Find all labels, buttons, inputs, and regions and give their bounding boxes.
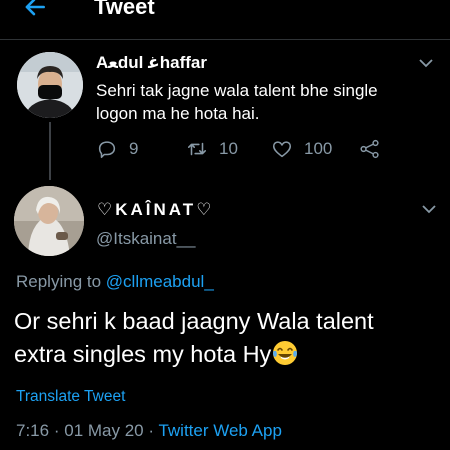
retweet-button[interactable]: 10	[186, 138, 238, 160]
author-name[interactable]: Aﻌdul ﻏhaffar	[96, 53, 207, 73]
translate-tweet-link[interactable]: Translate Tweet	[16, 388, 125, 406]
replying-to: Replying to @cllmeabdul_	[16, 272, 214, 292]
top-bar: Tweet	[0, 0, 450, 40]
tweet-text-line: Sehri tak jagne wala talent bhe single	[96, 81, 378, 100]
meta-separator: ·	[148, 421, 155, 440]
like-button[interactable]: 100	[271, 138, 332, 160]
avatar[interactable]	[17, 52, 83, 118]
retweet-count: 10	[219, 139, 238, 158]
tweet-text: Sehri tak jagne wala talent bhe single l…	[96, 79, 426, 125]
tweet-date: 01 May 20	[64, 421, 144, 440]
like-count: 100	[304, 139, 333, 158]
page-title: Tweet	[94, 0, 155, 19]
meta-separator: ·	[53, 421, 60, 440]
tweet-time: 7:16	[16, 421, 50, 440]
like-icon	[272, 141, 292, 158]
reply-button[interactable]: 9	[96, 138, 138, 160]
author-name[interactable]: ♡KAÎNAT♡	[97, 200, 214, 220]
author-handle[interactable]: @Itskainat__	[96, 229, 195, 249]
thread-line	[49, 122, 51, 180]
tweet-text-line: logon ma he hota hai.	[96, 104, 260, 123]
laughing-tears-emoji-icon	[273, 341, 298, 365]
chevron-down-icon[interactable]	[418, 58, 434, 68]
share-button[interactable]	[359, 138, 381, 160]
tweet-source-link[interactable]: Twitter Web App	[158, 421, 281, 440]
tweet-text-line: Or sehri k baad jaagny Wala talent	[14, 308, 374, 334]
replying-to-label: Replying to	[16, 272, 102, 291]
retweet-icon	[187, 142, 207, 156]
tweet-text-line: extra singles my hota Hy	[14, 338, 444, 371]
share-icon	[360, 139, 379, 159]
tweet-text-fragment: extra singles my hota Hy	[14, 341, 272, 367]
chevron-down-icon[interactable]	[421, 204, 437, 214]
reply-icon	[98, 141, 116, 159]
tweet-text: Or sehri k baad jaagny Wala talent extra…	[14, 305, 444, 371]
avatar[interactable]	[14, 186, 84, 256]
mention-link[interactable]: @cllmeabdul_	[106, 272, 214, 291]
tweet-meta: 7:16 · 01 May 20 · Twitter Web App	[16, 421, 282, 441]
arrow-left-icon[interactable]	[22, 0, 48, 20]
reply-count: 9	[129, 139, 139, 158]
